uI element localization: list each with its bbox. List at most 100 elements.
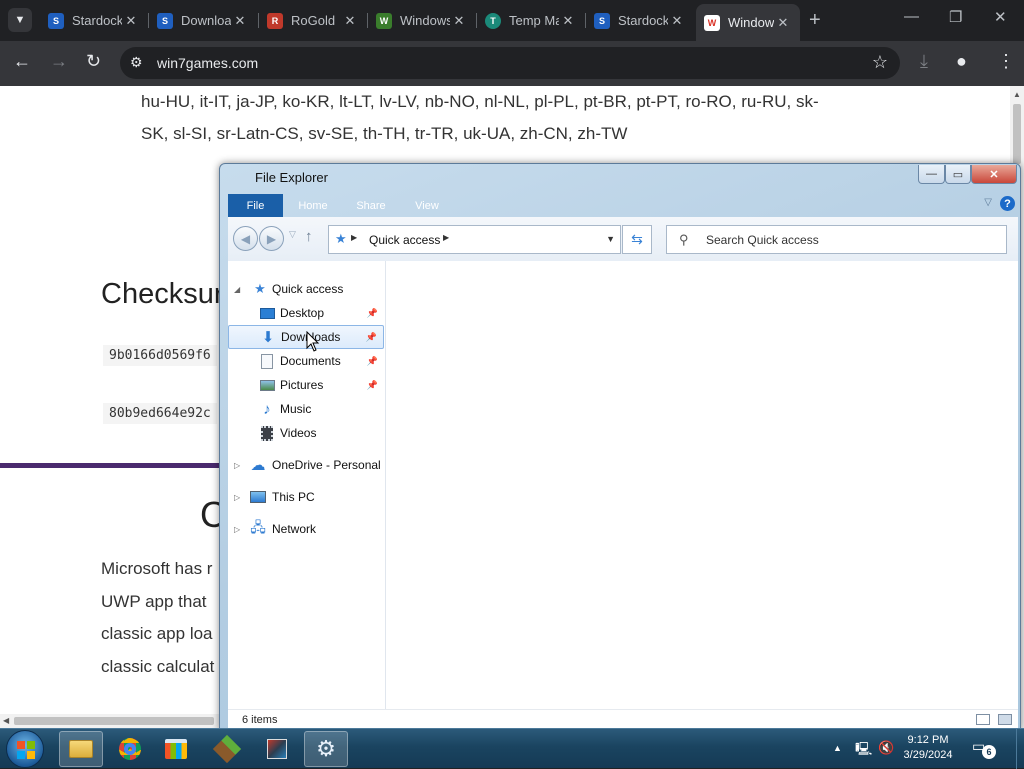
- stardock-favicon-icon: S: [157, 12, 173, 29]
- close-tab-icon[interactable]: ✕: [341, 13, 359, 29]
- new-tab-button[interactable]: +: [809, 9, 821, 32]
- taskbar-store[interactable]: [154, 731, 198, 767]
- details-view-icon[interactable]: [976, 714, 990, 725]
- download-icon[interactable]: ⤓: [920, 51, 928, 72]
- close-tab-icon[interactable]: ✕: [450, 13, 468, 29]
- clock[interactable]: 9:12 PM 3/29/2024: [896, 733, 960, 763]
- taskbar-minecraft[interactable]: [205, 731, 249, 767]
- close-tab-icon[interactable]: ✕: [774, 15, 792, 31]
- grass-block-icon: [212, 734, 242, 764]
- close-tab-icon[interactable]: ✕: [122, 13, 140, 29]
- address-text[interactable]: Quick access: [369, 233, 440, 247]
- notifications-button[interactable]: ▭ 6: [972, 738, 996, 759]
- nav-item-onedrive[interactable]: ▷ ☁ OneDrive - Personal: [228, 453, 384, 477]
- nav-item-desktop[interactable]: Desktop 📌: [228, 301, 384, 325]
- nav-item-this-pc[interactable]: ▷ This PC: [228, 485, 384, 509]
- address-dropdown-icon[interactable]: ▼: [606, 234, 615, 244]
- help-icon[interactable]: ?: [1000, 196, 1015, 211]
- search-icon: ⚲: [679, 232, 689, 247]
- close-tab-icon[interactable]: ✕: [559, 13, 577, 29]
- show-hidden-icons-icon[interactable]: ▲: [833, 743, 842, 753]
- profile-icon[interactable]: ●: [956, 51, 967, 72]
- nav-label: This PC: [272, 490, 315, 504]
- browser-tab[interactable]: S Download ✕: [149, 6, 257, 35]
- refresh-icon[interactable]: ⇆: [622, 225, 652, 254]
- nav-item-network[interactable]: ▷ 🖧 Network: [228, 517, 384, 541]
- url-text[interactable]: win7games.com: [157, 55, 258, 71]
- tab-search-button[interactable]: ▼: [8, 8, 32, 32]
- file-explorer-window: File Explorer — ▭ ✕ File Home Share View…: [219, 163, 1021, 731]
- chevron-right-icon[interactable]: ▶: [443, 233, 449, 242]
- menu-icon[interactable]: ⋮: [997, 51, 1015, 72]
- browser-tab[interactable]: R RoGold ✕: [259, 6, 367, 35]
- tab-title: Windows: [400, 13, 450, 28]
- taskbar-chrome[interactable]: [108, 731, 152, 767]
- network-icon[interactable]: 🖳: [855, 740, 872, 762]
- close-tab-icon[interactable]: ✕: [668, 13, 686, 29]
- gear-icon: ⚙: [316, 736, 336, 761]
- ribbon-tab-view[interactable]: View: [400, 194, 454, 217]
- file-list-area[interactable]: [386, 261, 1018, 709]
- ribbon-tab-home[interactable]: Home: [286, 194, 340, 217]
- paragraph-line: Microsoft has r: [101, 559, 213, 578]
- star-icon: ★: [254, 281, 266, 296]
- pin-icon: 📌: [365, 331, 377, 342]
- close-tab-icon[interactable]: ✕: [231, 13, 249, 29]
- windows-favicon-icon: W: [704, 14, 720, 31]
- forward-icon[interactable]: →: [50, 51, 68, 72]
- nav-item-pictures[interactable]: Pictures 📌: [228, 373, 384, 397]
- ribbon-tab-share[interactable]: Share: [344, 194, 398, 217]
- paragraph-line: classic calculat: [101, 657, 215, 676]
- nav-item-videos[interactable]: Videos: [228, 421, 384, 445]
- back-icon[interactable]: ←: [13, 51, 31, 72]
- nav-item-quick-access[interactable]: ◢ ★ Quick access: [228, 277, 384, 301]
- browser-tab[interactable]: W Windows ✕: [368, 6, 476, 35]
- recent-locations-icon[interactable]: ▽: [289, 229, 296, 240]
- expand-ribbon-icon[interactable]: ▽: [984, 197, 992, 208]
- chevron-right-icon[interactable]: ▶: [351, 233, 357, 242]
- address-bar[interactable]: ★ ▶ Quick access ▶ ▼: [328, 225, 621, 254]
- restore-window-button[interactable]: ❐: [949, 8, 962, 26]
- taskbar-file-explorer[interactable]: [59, 731, 103, 767]
- show-desktop-button[interactable]: [1016, 729, 1024, 769]
- browser-tab-active[interactable]: W Windows ✕: [696, 4, 800, 41]
- ribbon-tab-file[interactable]: File: [228, 194, 283, 217]
- collapse-arrow-icon[interactable]: ◢: [234, 285, 240, 294]
- expand-arrow-icon[interactable]: ▷: [234, 493, 240, 502]
- nav-item-music[interactable]: ♪ Music: [228, 397, 384, 421]
- maximize-button[interactable]: ▭: [945, 165, 971, 184]
- search-input[interactable]: ⚲ Search Quick access: [666, 225, 1007, 254]
- reload-icon[interactable]: ↻: [86, 51, 101, 72]
- browser-tab[interactable]: S Stardock ✕: [586, 6, 694, 35]
- browser-tab[interactable]: T Temp Mail ✕: [477, 6, 585, 35]
- ribbon-tabs: File Home Share View ▽ ?: [228, 194, 1018, 217]
- tempmail-favicon-icon: T: [485, 12, 501, 29]
- quick-access-star-icon: ★: [335, 231, 347, 246]
- nav-label: Pictures: [280, 378, 324, 392]
- site-info-icon[interactable]: ⚙: [130, 54, 143, 71]
- close-window-button[interactable]: ✕: [994, 8, 1007, 26]
- scroll-thumb[interactable]: [14, 717, 214, 725]
- start-button[interactable]: [6, 730, 44, 768]
- taskbar-settings[interactable]: ⚙: [304, 731, 348, 767]
- address-bar[interactable]: ⚙ win7games.com ☆: [120, 47, 900, 79]
- nav-label: Music: [280, 402, 312, 416]
- scroll-up-icon[interactable]: ▲: [1013, 90, 1021, 99]
- close-button[interactable]: ✕: [971, 165, 1017, 184]
- expand-arrow-icon[interactable]: ▷: [234, 461, 240, 470]
- browser-tab[interactable]: S Stardock ✕: [40, 6, 148, 35]
- scroll-thumb[interactable]: [1013, 104, 1021, 164]
- large-icons-view-icon[interactable]: [998, 714, 1012, 725]
- taskbar: ⚙ ▲ 🖳 🔇 9:12 PM 3/29/2024 ▭ 6: [0, 728, 1024, 769]
- minimize-window-button[interactable]: —: [904, 8, 919, 25]
- taskbar-app[interactable]: [255, 731, 299, 767]
- minimize-button[interactable]: —: [918, 165, 945, 184]
- bookmark-star-icon[interactable]: ☆: [872, 52, 888, 73]
- expand-arrow-icon[interactable]: ▷: [234, 525, 240, 534]
- back-button[interactable]: ◀: [233, 226, 258, 251]
- up-arrow-icon[interactable]: ↑: [305, 228, 313, 245]
- scroll-left-icon[interactable]: ◀: [3, 716, 9, 725]
- tab-title: Stardock: [72, 13, 122, 28]
- forward-button[interactable]: ▶: [259, 226, 284, 251]
- volume-muted-icon[interactable]: 🔇: [878, 740, 894, 756]
